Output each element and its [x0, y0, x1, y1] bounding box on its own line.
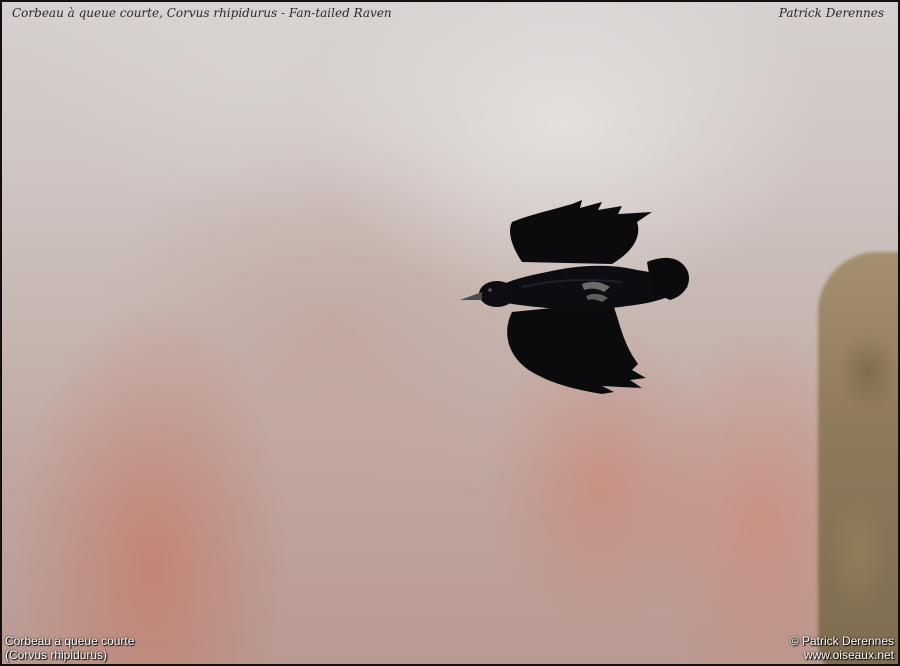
photo-frame: Corbeau à queue courte, Corvus rhipiduru…: [0, 0, 900, 666]
rock-cliff: [818, 252, 898, 664]
species-caption: Corbeau à queue courte (Corvus rhipiduru…: [5, 634, 134, 662]
copyright-block: © Patrick Derennes www.oiseaux.net: [790, 634, 894, 662]
website-link[interactable]: www.oiseaux.net: [790, 648, 894, 662]
common-name: Corbeau à queue courte: [5, 634, 135, 648]
photo-title: Corbeau à queue courte, Corvus rhipiduru…: [12, 6, 392, 20]
raven-in-flight-icon: [460, 200, 690, 394]
photographer-credit: Patrick Derennes: [778, 6, 884, 20]
copyright-text: © Patrick Derennes: [789, 634, 894, 648]
scientific-name: (Corvus rhipidurus): [5, 648, 108, 662]
